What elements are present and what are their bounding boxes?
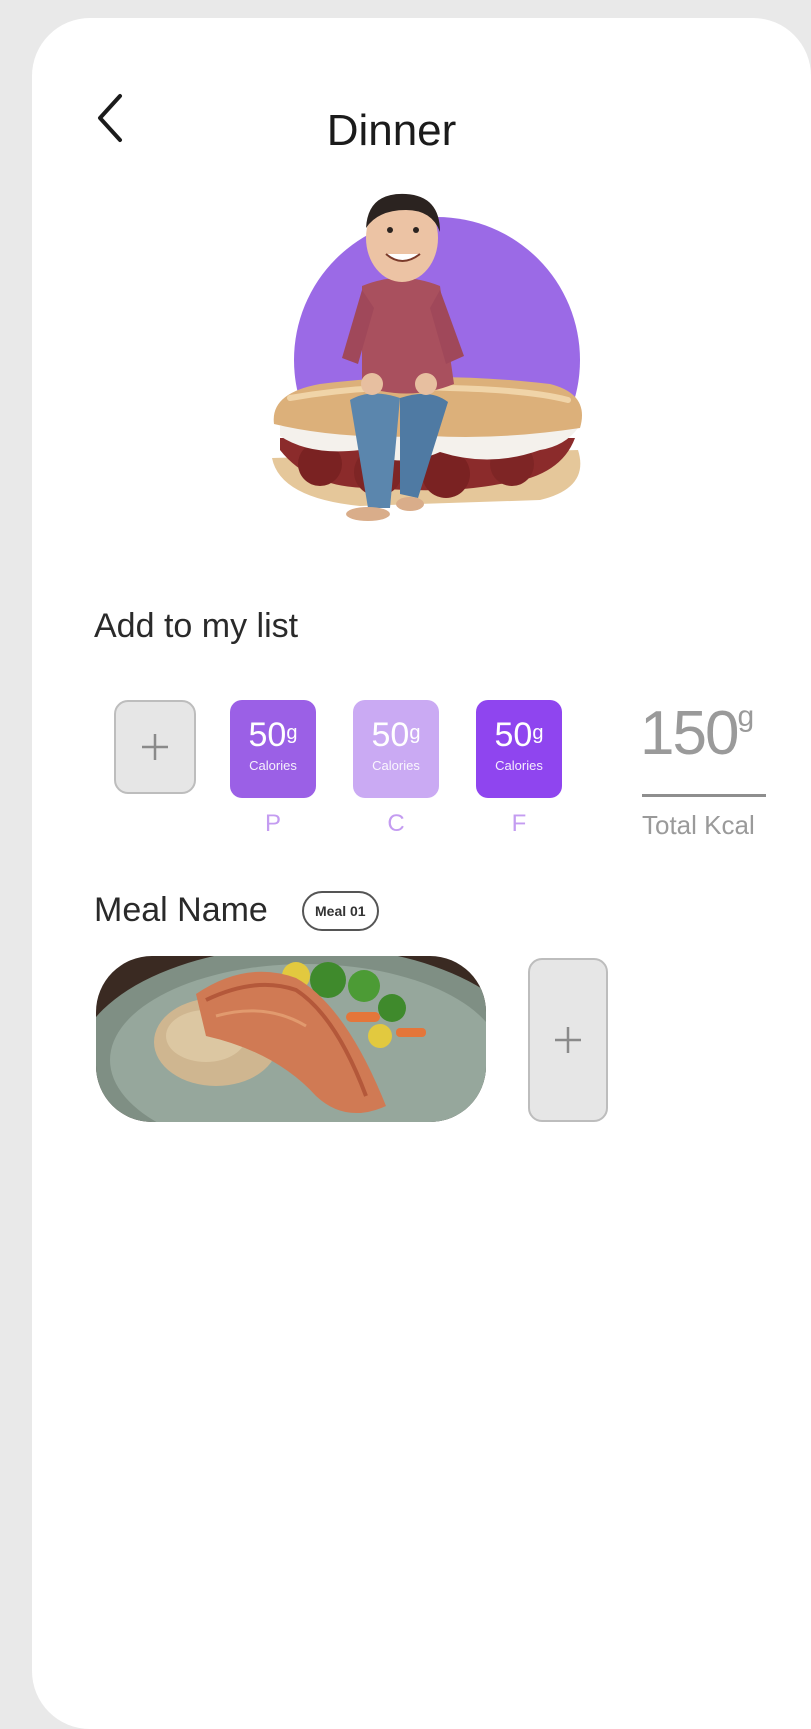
meal-photo[interactable] [96, 956, 486, 1122]
add-to-list-label: Add to my list [94, 607, 299, 645]
carbs-card[interactable]: 50g Calories [353, 700, 439, 798]
protein-amount: 50g [248, 716, 298, 754]
meal-name-label: Meal Name [94, 891, 268, 929]
total-kcal-value: 150g [640, 699, 755, 768]
screen: Dinner Add to my list 50g Calories P 50g… [32, 18, 811, 1729]
carbs-amount: 50g [371, 716, 421, 754]
fat-letter: F [511, 810, 527, 837]
carbs-calories-label: Calories [372, 758, 420, 773]
plus-icon [142, 734, 168, 760]
hero-illustration [272, 193, 582, 521]
salmon-plate-image [96, 956, 486, 1122]
total-kcal-label: Total Kcal [642, 810, 755, 840]
protein-card[interactable]: 50g Calories [230, 700, 316, 798]
fat-calories-label: Calories [495, 758, 543, 773]
fat-card[interactable]: 50g Calories [476, 700, 562, 798]
add-meal-button[interactable] [528, 958, 608, 1122]
protein-calories-label: Calories [249, 758, 297, 773]
protein-letter: P [264, 810, 281, 837]
total-divider [642, 794, 766, 797]
plus-icon [555, 1027, 581, 1053]
carbs-letter: C [387, 810, 405, 837]
add-macro-button[interactable] [114, 700, 196, 794]
meal-badge[interactable]: Meal 01 [302, 891, 379, 931]
fat-amount: 50g [494, 716, 544, 754]
page-title: Dinner [326, 106, 457, 155]
